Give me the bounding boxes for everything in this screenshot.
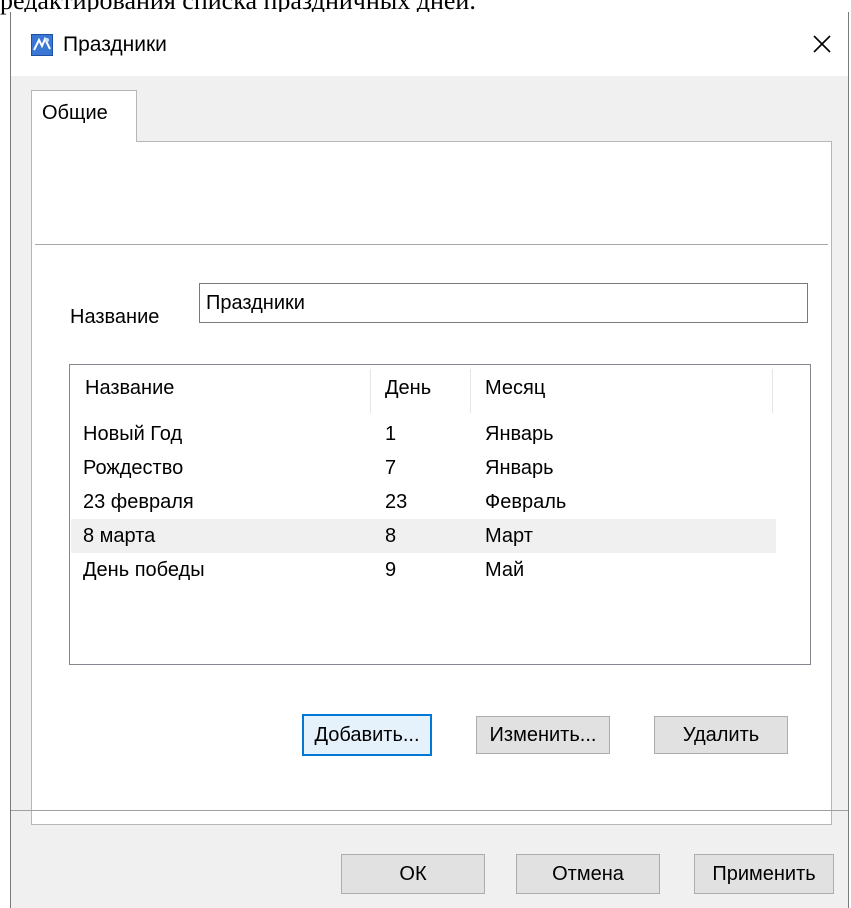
tab-panel-general: Название Название День Месяц Новый Год 1… bbox=[31, 141, 832, 825]
close-icon bbox=[813, 35, 831, 53]
cell-name: День победы bbox=[83, 559, 205, 581]
panel-divider bbox=[35, 244, 828, 245]
holidays-dialog: Праздники Общие Название Название День М… bbox=[10, 12, 849, 908]
column-header-day[interactable]: День bbox=[370, 365, 470, 411]
cancel-button[interactable]: Отмена bbox=[516, 854, 660, 894]
holidays-list[interactable]: Название День Месяц Новый Год 1 Январь Р… bbox=[69, 364, 811, 665]
cell-day: 9 bbox=[385, 559, 397, 581]
cell-day: 7 bbox=[385, 457, 397, 479]
add-button[interactable]: Добавить... bbox=[302, 714, 432, 756]
column-separator bbox=[772, 369, 773, 413]
delete-button[interactable]: Удалить bbox=[654, 716, 788, 754]
column-header-name[interactable]: Название bbox=[70, 365, 370, 411]
close-button[interactable] bbox=[802, 24, 842, 64]
title-bar: Праздники bbox=[11, 12, 848, 76]
cell-name: 23 февраля bbox=[83, 491, 194, 513]
list-item[interactable]: 23 февраля 23 Февраль bbox=[71, 485, 776, 519]
tab-label: Общие bbox=[42, 102, 108, 124]
apply-button[interactable]: Применить bbox=[694, 854, 834, 894]
name-label: Название bbox=[70, 306, 160, 328]
cell-month: Май bbox=[485, 559, 525, 581]
ok-button[interactable]: ОК bbox=[341, 854, 485, 894]
cell-month: Февраль bbox=[485, 491, 567, 513]
cell-month: Январь bbox=[485, 457, 554, 479]
window-title: Праздники bbox=[63, 33, 167, 56]
app-calendar-icon bbox=[31, 34, 53, 56]
tab-general[interactable]: Общие bbox=[31, 90, 137, 142]
cell-month: Март bbox=[485, 525, 533, 547]
cell-name: 8 марта bbox=[83, 525, 156, 547]
footer-divider bbox=[11, 810, 848, 811]
cell-day: 23 bbox=[385, 491, 408, 513]
list-header: Название День Месяц bbox=[70, 365, 810, 413]
column-header-month[interactable]: Месяц bbox=[470, 365, 770, 411]
name-input[interactable] bbox=[199, 283, 808, 323]
list-item[interactable]: Новый Год 1 Январь bbox=[71, 417, 776, 451]
cell-day: 8 bbox=[385, 525, 397, 547]
list-item[interactable]: День победы 9 Май bbox=[71, 553, 776, 587]
cell-name: Новый Год bbox=[83, 423, 183, 445]
list-item[interactable]: Рождество 7 Январь bbox=[71, 451, 776, 485]
cell-month: Январь bbox=[485, 423, 554, 445]
list-item-selected[interactable]: 8 марта 8 Март bbox=[71, 519, 776, 553]
cell-name: Рождество bbox=[83, 457, 184, 479]
edit-button[interactable]: Изменить... bbox=[476, 716, 610, 754]
cell-day: 1 bbox=[385, 423, 397, 445]
